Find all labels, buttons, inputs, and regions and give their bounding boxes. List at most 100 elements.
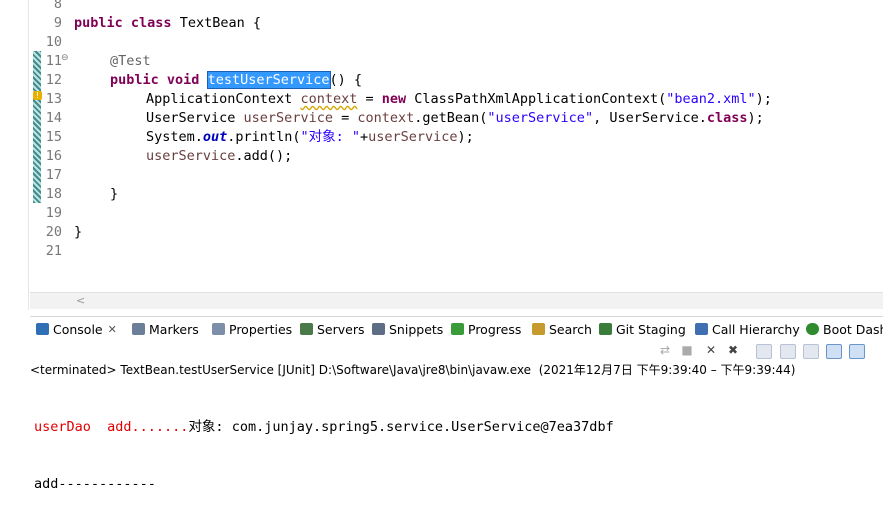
code-text: , UserService. xyxy=(593,110,707,126)
string-literal: "bean2.xml" xyxy=(666,91,756,107)
keyword: class xyxy=(130,15,172,31)
bottom-view-tabs: Console ✕ Markers Properties Servers Sni… xyxy=(30,316,883,341)
code-editor[interactable]: ! ⊖ 8 9 10 11 12 13 14 15 16 17 18 19 20… xyxy=(30,0,883,292)
string-literal: "对象: " xyxy=(300,129,360,145)
line-number: 16 xyxy=(45,148,62,164)
tab-snippets[interactable]: Snippets xyxy=(372,320,443,338)
console-line: add------------ xyxy=(34,476,156,492)
git-staging-icon xyxy=(599,323,612,335)
line-number: 10 xyxy=(45,34,62,50)
code-text: ApplicationContext xyxy=(146,91,301,107)
line-number: 18 xyxy=(45,186,62,202)
code-text: + xyxy=(359,129,369,145)
code-line-20: } xyxy=(74,223,82,242)
tab-progress[interactable]: Progress xyxy=(451,320,521,338)
selected-method-name[interactable]: testUserService xyxy=(206,71,331,89)
servers-icon xyxy=(300,323,313,335)
tab-label: Boot Dash xyxy=(823,321,883,337)
code-text: .getBean( xyxy=(414,110,488,126)
scroll-left-icon[interactable]: < xyxy=(76,293,85,309)
static-field: out xyxy=(202,129,228,145)
local-variable: context xyxy=(357,110,415,126)
close-icon[interactable]: ✕ xyxy=(108,323,117,336)
code-line-11: @Test xyxy=(110,52,151,71)
horizontal-scrollbar[interactable]: < xyxy=(30,292,883,309)
tab-servers[interactable]: Servers xyxy=(300,320,365,338)
tab-boot-dashboard[interactable]: Boot Dash xyxy=(806,320,883,338)
tab-markers[interactable]: Markers xyxy=(132,320,199,338)
word-wrap-icon[interactable] xyxy=(803,344,819,359)
properties-icon xyxy=(212,323,225,335)
tab-console[interactable]: Console ✕ xyxy=(36,320,117,338)
line-number: 15 xyxy=(45,129,62,145)
remove-all-terminated-icon[interactable]: ✖ xyxy=(726,344,740,357)
clear-console-icon[interactable] xyxy=(756,344,772,359)
keyword: public xyxy=(110,72,159,88)
code-line-16: userService.add(); xyxy=(146,147,292,166)
code-text: ClassPathXmlApplicationContext( xyxy=(406,91,667,107)
line-number: 12 xyxy=(45,72,62,88)
string-literal: "userService" xyxy=(487,110,594,126)
tab-properties[interactable]: Properties xyxy=(212,320,292,338)
code-text: } xyxy=(74,224,83,240)
code-text: ); xyxy=(457,129,474,145)
tab-label: Git Staging xyxy=(616,321,686,337)
keyword: new xyxy=(381,91,407,107)
boot-dashboard-icon xyxy=(806,323,819,335)
show-on-error-icon[interactable] xyxy=(849,344,865,359)
tab-label: Progress xyxy=(468,321,522,337)
line-number: 11 xyxy=(45,53,62,69)
tab-label: Servers xyxy=(317,321,365,337)
local-variable: userService xyxy=(146,148,236,164)
code-line-14: UserService userService = context.getBea… xyxy=(146,109,764,128)
console-line: userDao add.......对象: com.junjay.spring5… xyxy=(34,418,614,437)
left-edge-strip xyxy=(0,0,29,310)
code-line-15: System.out.println("对象: "+userService); xyxy=(146,128,474,147)
code-line-13: ApplicationContext context = new ClassPa… xyxy=(146,90,772,109)
tab-label: Search xyxy=(549,321,592,337)
code-text: = xyxy=(332,110,358,126)
line-number-gutter: ! ⊖ 8 9 10 11 12 13 14 15 16 17 18 19 20… xyxy=(30,0,70,292)
code-text: () { xyxy=(329,72,363,88)
pin-icon[interactable]: ⇄ xyxy=(658,344,672,357)
line-number: 8 xyxy=(53,0,62,12)
code-line-12: public void testUserService() { xyxy=(110,71,362,90)
tab-label: Markers xyxy=(149,321,199,337)
annotation: @Test xyxy=(110,53,151,69)
tab-label: Properties xyxy=(229,321,293,337)
code-text: = xyxy=(357,91,382,107)
code-text: TextBean { xyxy=(171,15,261,31)
show-on-output-icon[interactable] xyxy=(826,344,842,359)
code-text: .println( xyxy=(227,129,301,145)
tab-call-hierarchy[interactable]: Call Hierarchy xyxy=(695,320,800,338)
line-number: 17 xyxy=(45,167,62,183)
progress-icon xyxy=(451,323,464,335)
markers-icon xyxy=(132,323,145,335)
code-text: UserService xyxy=(146,110,244,126)
fold-collapse-icon[interactable]: ⊖ xyxy=(61,53,69,63)
console-icon xyxy=(36,323,49,335)
local-variable: userService xyxy=(368,129,458,145)
code-text: System. xyxy=(146,129,203,145)
snippets-icon xyxy=(372,323,385,335)
line-number: 14 xyxy=(45,110,62,126)
console-output[interactable]: userDao add.......对象: com.junjay.spring5… xyxy=(34,380,614,513)
tab-git-staging[interactable]: Git Staging xyxy=(599,320,686,338)
tab-label: Console xyxy=(53,321,103,337)
local-variable: context xyxy=(300,91,358,107)
scroll-lock-icon[interactable] xyxy=(780,344,796,359)
code-line-18: } xyxy=(110,185,118,204)
line-number: 21 xyxy=(45,243,62,259)
tab-search[interactable]: Search xyxy=(532,320,592,338)
code-line-9: public class TextBean { xyxy=(74,14,261,33)
stdout-text: 对象: com.junjay.spring5.service.UserServi… xyxy=(188,419,614,435)
terminate-icon[interactable]: ■ xyxy=(680,344,694,357)
stderr-text: userDao add....... xyxy=(34,419,189,435)
remove-launch-icon[interactable]: ✕ xyxy=(704,344,718,357)
search-icon xyxy=(532,323,545,335)
code-text: ); xyxy=(747,110,764,126)
keyword: class xyxy=(706,110,748,126)
call-hierarchy-icon xyxy=(695,323,708,335)
tab-label: Snippets xyxy=(389,321,444,337)
line-number: 20 xyxy=(45,224,62,240)
